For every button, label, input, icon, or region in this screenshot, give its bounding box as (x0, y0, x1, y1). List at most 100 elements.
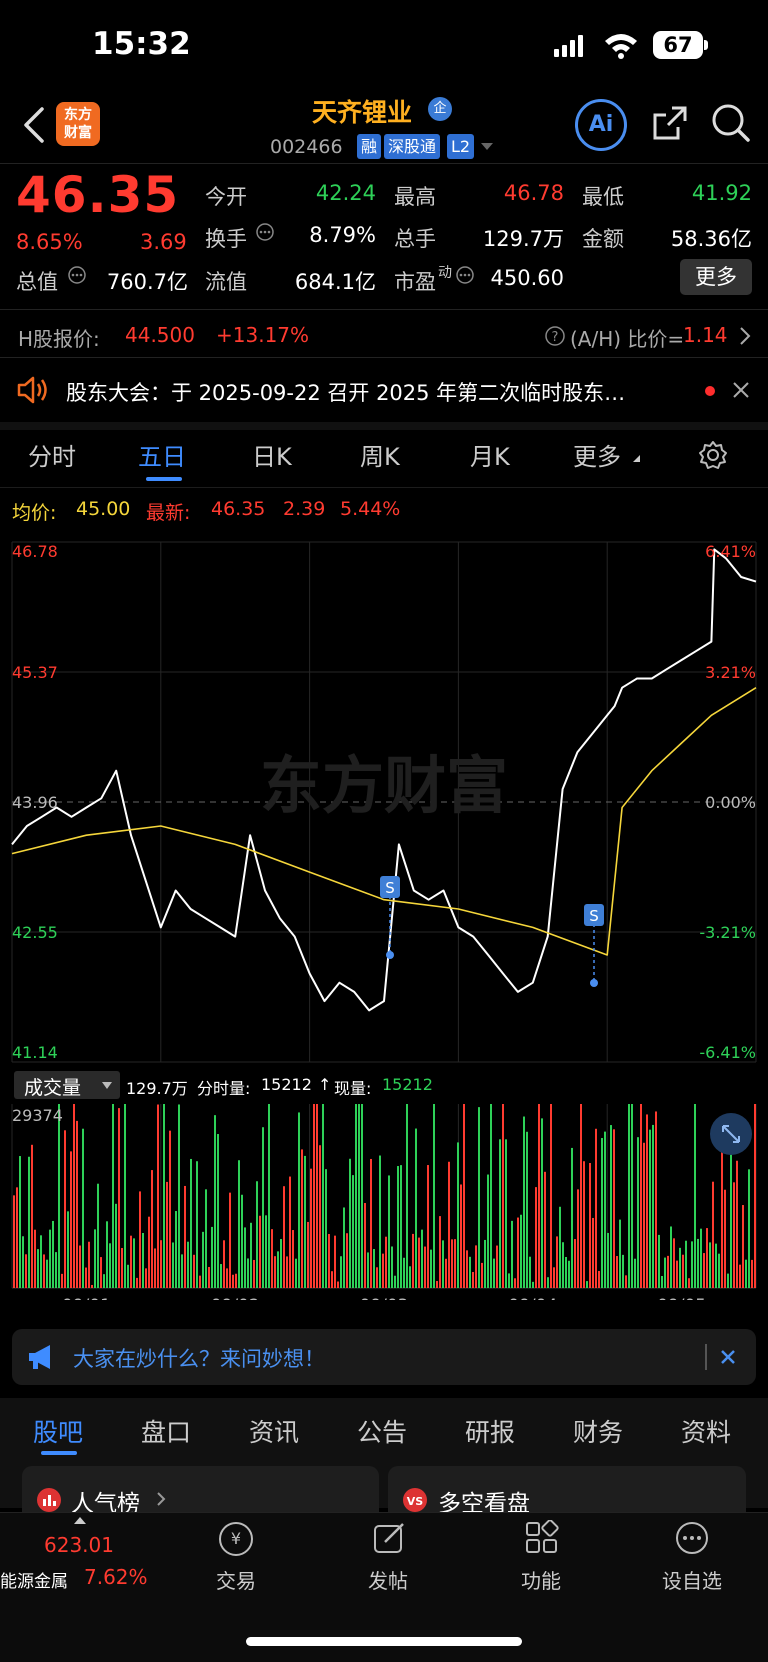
expand-icon[interactable] (710, 1113, 752, 1155)
volume-bar (394, 1275, 396, 1288)
nav-post[interactable]: 发帖 (343, 1565, 433, 1594)
volume-bar (709, 1242, 711, 1288)
ai-button[interactable]: Ai (575, 99, 627, 151)
volume-bar (517, 1217, 519, 1288)
tab-announcements[interactable]: 公告 (357, 1413, 407, 1449)
functions-grid-icon[interactable] (524, 1520, 560, 1556)
volume-bar (649, 1129, 651, 1288)
volume-bar (625, 1275, 627, 1288)
volume-bar (460, 1184, 462, 1288)
y-tick-left: 41.14 (12, 1043, 58, 1062)
dropdown-caret-icon[interactable] (480, 141, 494, 151)
section-gap (0, 422, 768, 430)
close-icon[interactable] (720, 1349, 736, 1365)
volume-bar (232, 1274, 234, 1288)
more-button[interactable]: 更多 (680, 259, 752, 295)
share-icon[interactable] (650, 103, 690, 143)
volume-bar (640, 1104, 642, 1288)
volume-chart[interactable]: 29374 09/01 09/02 09/03 09/04 09/05 (0, 1100, 768, 1300)
svg-text:S: S (589, 907, 599, 925)
value-amount: 58.36亿 (670, 227, 752, 251)
volume-total: 129.7万 (126, 1079, 188, 1098)
info-dots-icon[interactable] (455, 265, 475, 285)
tab-research[interactable]: 研报 (465, 1413, 515, 1449)
volume-bar (385, 1236, 387, 1288)
volume-bar (253, 1259, 255, 1288)
help-icon[interactable]: ? (544, 325, 566, 347)
volume-bar (301, 1149, 303, 1288)
back-arrow-icon[interactable] (22, 106, 46, 144)
volume-bar (718, 1253, 720, 1288)
volume-bar (448, 1161, 450, 1288)
battery-indicator: 67 (653, 31, 703, 59)
app-logo: 东方 财富 (56, 102, 100, 146)
promo-text[interactable]: 大家在炒什么？来问妙想！ (73, 1343, 325, 1373)
y-tick-right: 0.00% (705, 793, 756, 812)
tab-guba[interactable]: 股吧 (33, 1413, 83, 1449)
logo-line1: 东方 (64, 107, 92, 123)
volume-bar (121, 1248, 123, 1288)
tab-news[interactable]: 资讯 (249, 1413, 299, 1449)
volume-bar (601, 1138, 603, 1288)
tab-profile[interactable]: 资料 (681, 1413, 731, 1449)
volume-bar (721, 1151, 723, 1288)
volume-selector-label: 成交量 (24, 1077, 82, 1099)
caret-icon (633, 455, 640, 462)
volume-bar (532, 1281, 534, 1288)
volume-bar (364, 1203, 366, 1288)
volume-bar (82, 1128, 84, 1288)
change-amount: 3.69 (140, 230, 187, 254)
info-dots-icon[interactable] (67, 265, 87, 285)
tab-pankou[interactable]: 盘口 (141, 1413, 191, 1449)
watchlist-dots-icon[interactable] (674, 1520, 710, 1556)
stock-name[interactable]: 天齐锂业 (312, 93, 412, 129)
tab-daily-k[interactable]: 日K (252, 437, 292, 472)
info-dots-icon[interactable] (255, 222, 275, 242)
search-icon[interactable] (710, 102, 752, 144)
volume-bar (247, 1258, 249, 1288)
label-float-cap: 流值 (205, 270, 247, 294)
volume-bar (37, 1249, 39, 1288)
tab-intraday[interactable]: 分时 (28, 437, 76, 472)
nav-trade[interactable]: 交易 (191, 1565, 281, 1594)
volume-bar (688, 1278, 690, 1288)
settings-gear-icon[interactable] (698, 440, 728, 470)
divider (0, 309, 768, 310)
tab-weekly-k[interactable]: 周K (360, 437, 400, 472)
volume-bar (595, 1128, 597, 1288)
volume-bar (586, 1281, 588, 1288)
volume-bar (730, 1153, 732, 1288)
x-tick-day: 09/03 (360, 1296, 409, 1300)
volume-max-label: 29374 (12, 1106, 63, 1125)
volume-bar (697, 1238, 699, 1288)
tab-finance[interactable]: 财务 (573, 1413, 623, 1449)
chevron-right-icon[interactable] (738, 326, 752, 346)
tab-five-day[interactable]: 五日 (138, 437, 186, 472)
notice-text[interactable]: 股东大会：于 2025-09-22 召开 2025 年第二次临时股东… (66, 377, 686, 407)
price-chart[interactable]: 东方财富 46.78 45.37 43.96 42.55 41.14 6.41% 3.21%… (0, 530, 768, 1070)
post-edit-icon[interactable] (372, 1520, 408, 1556)
index-percent[interactable]: 7.62% (84, 1565, 148, 1589)
index-value[interactable]: 623.01 (44, 1533, 114, 1557)
volume-bar (739, 1264, 741, 1288)
tab-monthly-k[interactable]: 月K (470, 437, 510, 472)
volume-bar (340, 1256, 342, 1288)
nav-add-watchlist[interactable]: 设自选 (647, 1565, 737, 1594)
trade-icon[interactable]: ¥ (219, 1522, 253, 1556)
volume-bar (331, 1271, 333, 1288)
label-market-cap: 总值 (16, 270, 58, 294)
index-name[interactable]: 能源金属 (0, 1567, 68, 1592)
volume-bar (217, 1134, 219, 1288)
volume-bar (187, 1241, 189, 1288)
volume-bar (373, 1249, 375, 1288)
volume-bar (541, 1118, 543, 1288)
volume-bar (700, 1228, 702, 1288)
volume-bar (751, 1259, 753, 1288)
volume-bar (229, 1192, 231, 1288)
tab-more[interactable]: 更多 (573, 437, 621, 472)
close-icon[interactable] (732, 381, 750, 399)
nav-functions[interactable]: 功能 (496, 1565, 586, 1594)
volume-bar (148, 1216, 150, 1288)
volume-bar (109, 1243, 111, 1288)
volume-bar (673, 1238, 675, 1288)
